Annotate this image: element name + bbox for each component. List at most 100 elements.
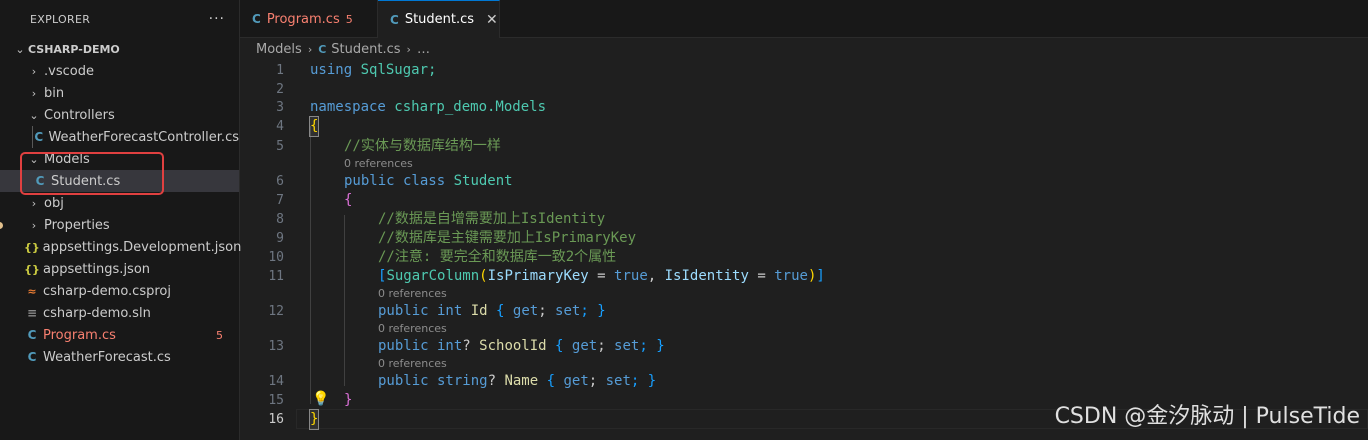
tree-item-controllers[interactable]: ⌄ Controllers bbox=[0, 104, 239, 126]
codelens-references[interactable]: 0 references bbox=[378, 356, 447, 372]
code-line: 1 using SqlSugar; bbox=[240, 61, 1368, 80]
line-number: 9 bbox=[276, 231, 284, 246]
tab-student[interactable]: C Student.cs ✕ bbox=[378, 0, 500, 38]
explorer-title: EXPLORER bbox=[30, 12, 91, 26]
code-line: 9 //数据库是主键需要加上IsPrimaryKey bbox=[240, 229, 1368, 248]
codelens-references[interactable]: 0 references bbox=[344, 156, 413, 172]
tree-item-obj[interactable]: › obj bbox=[0, 192, 239, 214]
problem-count-badge: 5 bbox=[345, 12, 353, 26]
tree-item-label: WeatherForecastController.cs bbox=[48, 129, 239, 145]
brace: { bbox=[308, 116, 320, 137]
code-text: public string? Name { get; set; } bbox=[378, 372, 656, 391]
codelens-references[interactable]: 0 references bbox=[378, 286, 447, 302]
comment: //数据库是主键需要加上IsPrimaryKey bbox=[378, 230, 637, 246]
tab-label: Program.cs bbox=[266, 11, 340, 27]
paren: ( bbox=[479, 268, 488, 284]
tree-item-program[interactable]: C Program.cs 5 bbox=[0, 324, 239, 346]
breadcrumb: Models › C Student.cs › … bbox=[240, 38, 1368, 60]
tab-program[interactable]: C Program.cs 5 bbox=[240, 0, 378, 38]
csharp-file-icon: C bbox=[318, 42, 327, 56]
tab-label: Student.cs bbox=[404, 12, 475, 27]
code-line: 10 //注意: 要完全和数据库一致2个属性 bbox=[240, 248, 1368, 267]
project-root[interactable]: ⌄ CSHARP-DEMO bbox=[0, 38, 239, 60]
editor-tabs: C Program.cs 5 C Student.cs ✕ bbox=[240, 0, 1368, 38]
tree-item-label: csharp-demo.sln bbox=[43, 305, 151, 321]
tree-item-weatherforecast[interactable]: C WeatherForecast.cs bbox=[0, 346, 239, 368]
tree-item-label: obj bbox=[44, 195, 64, 211]
punctuation: ; bbox=[588, 373, 606, 389]
comment: //实体与数据库结构一样 bbox=[344, 138, 501, 154]
tree-item-properties[interactable]: › Properties bbox=[0, 214, 239, 236]
csharp-file-icon: C bbox=[27, 328, 37, 342]
operator: = bbox=[748, 268, 775, 284]
json-file-icon: {} bbox=[24, 262, 40, 276]
property-name: Name bbox=[504, 373, 539, 389]
code-line: 11 [SugarColumn(IsPrimaryKey = true, IsI… bbox=[240, 267, 1368, 286]
keyword: set bbox=[614, 338, 640, 354]
keyword: int bbox=[428, 338, 463, 354]
problem-count-badge: 5 bbox=[216, 328, 223, 342]
line-number: 13 bbox=[268, 339, 284, 354]
code-line: 2 bbox=[240, 80, 1368, 99]
csharp-file-icon: C bbox=[252, 12, 261, 26]
chevron-right-icon: › bbox=[406, 42, 411, 56]
code-editor[interactable]: 1 using SqlSugar; 2 3 namespace csharp_d… bbox=[240, 60, 1368, 440]
code-line: 8 //数据是自增需要加上IsIdentity bbox=[240, 210, 1368, 229]
code-line: 3 namespace csharp_demo.Models bbox=[240, 98, 1368, 117]
punctuation: ? bbox=[487, 373, 505, 389]
tree-item-appsettings-development[interactable]: {} appsettings.Development.json bbox=[0, 236, 241, 258]
punctuation: ? bbox=[462, 338, 480, 354]
tree-item-appsettings[interactable]: {} appsettings.json bbox=[0, 258, 239, 280]
code-text: public int? SchoolId { get; set; } bbox=[378, 337, 665, 356]
property-name: SchoolId bbox=[479, 338, 547, 354]
line-number: 14 bbox=[268, 374, 284, 389]
keyword: public bbox=[378, 373, 429, 389]
line-number: 7 bbox=[276, 193, 284, 208]
close-icon[interactable]: ✕ bbox=[486, 12, 498, 28]
tree-item-sln[interactable]: ≡ csharp-demo.sln bbox=[0, 302, 239, 324]
keyword: true bbox=[774, 268, 808, 284]
codelens-references[interactable]: 0 references bbox=[378, 321, 447, 337]
code-line: 6 public class Student bbox=[240, 172, 1368, 191]
keyword: true bbox=[614, 268, 648, 284]
parameter: IsPrimaryKey bbox=[487, 268, 589, 284]
code-text: public int Id { get; set; } bbox=[378, 302, 606, 321]
line-number: 10 bbox=[268, 250, 284, 265]
tree-item-csproj[interactable]: ≈ csharp-demo.csproj bbox=[0, 280, 239, 302]
keyword: namespace bbox=[310, 99, 386, 115]
keyword: get bbox=[571, 338, 598, 354]
operator: = bbox=[588, 268, 615, 284]
breadcrumb-folder[interactable]: Models bbox=[256, 42, 302, 57]
line-number: 15 bbox=[268, 393, 284, 408]
chevron-down-icon: ⌄ bbox=[15, 42, 25, 56]
code-text: public class Student bbox=[344, 172, 513, 191]
breadcrumb-more[interactable]: … bbox=[417, 42, 430, 57]
keyword: public bbox=[378, 303, 429, 319]
keyword: using bbox=[310, 62, 353, 78]
tree-item-label: .vscode bbox=[44, 63, 94, 79]
tree-item-weatherforecastcontroller[interactable]: C WeatherForecastController.cs bbox=[0, 126, 239, 148]
brace: { bbox=[538, 373, 564, 389]
lightbulb-icon[interactable]: 💡 bbox=[312, 391, 329, 407]
class-name: Student bbox=[445, 173, 513, 189]
more-actions-icon[interactable]: ··· bbox=[209, 11, 225, 27]
project-name: CSHARP-DEMO bbox=[28, 42, 120, 56]
tree-item-bin[interactable]: › bin bbox=[0, 82, 239, 104]
breadcrumb-file[interactable]: Student.cs bbox=[331, 42, 400, 57]
line-number: 6 bbox=[276, 174, 284, 189]
chevron-right-icon: › bbox=[31, 86, 37, 100]
watermark: CSDN @金汐脉动 | PulseTide bbox=[1054, 404, 1360, 429]
brace: ; } bbox=[639, 338, 665, 354]
tree-item-label: appsettings.json bbox=[43, 261, 151, 277]
line-number: 11 bbox=[268, 269, 284, 284]
code-line: 7 { bbox=[240, 191, 1368, 210]
chevron-right-icon: › bbox=[31, 218, 37, 232]
csharp-file-icon: C bbox=[34, 130, 44, 144]
brace: ; } bbox=[580, 303, 606, 319]
tree-item-vscode[interactable]: › .vscode bbox=[0, 60, 239, 82]
chevron-right-icon: › bbox=[31, 64, 37, 78]
annotation-highlight-box bbox=[20, 152, 164, 195]
keyword: string bbox=[428, 373, 488, 389]
keyword: get bbox=[512, 303, 539, 319]
punctuation: ; bbox=[538, 303, 556, 319]
